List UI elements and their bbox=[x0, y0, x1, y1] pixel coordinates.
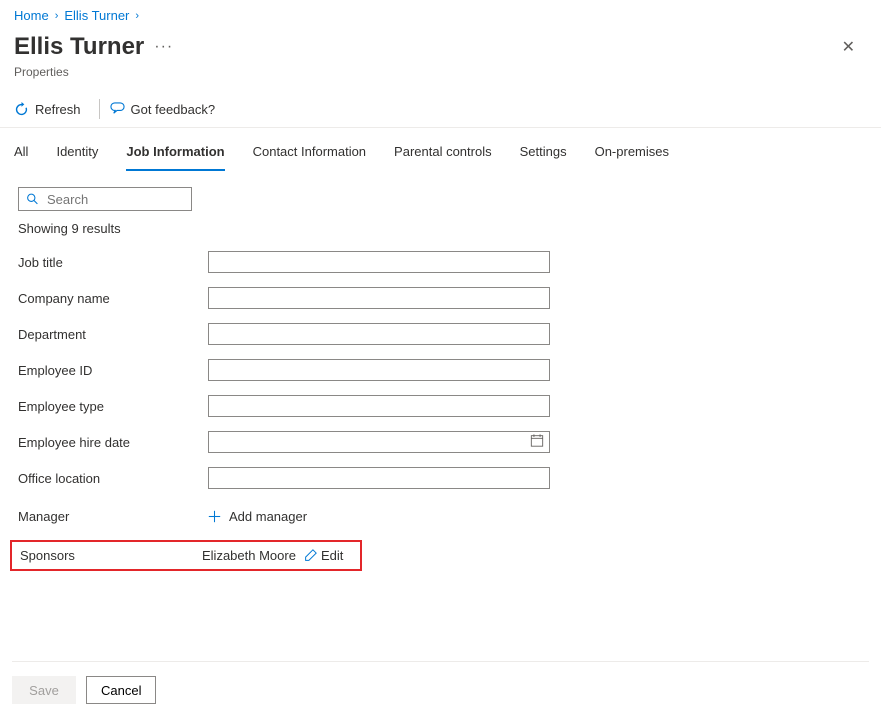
search-input[interactable] bbox=[18, 187, 192, 211]
edit-sponsors-button[interactable]: Edit bbox=[304, 548, 343, 563]
breadcrumb: Home › Ellis Turner › bbox=[0, 0, 881, 27]
plus-icon bbox=[208, 510, 221, 523]
company-name-label: Company name bbox=[18, 291, 208, 306]
tab-settings[interactable]: Settings bbox=[520, 136, 567, 171]
feedback-button[interactable]: Got feedback? bbox=[110, 102, 216, 117]
refresh-button[interactable]: Refresh bbox=[14, 102, 81, 117]
content-area: Showing 9 results Job title Company name… bbox=[0, 171, 881, 571]
employee-type-input[interactable] bbox=[208, 395, 550, 417]
add-manager-label: Add manager bbox=[229, 509, 307, 524]
sponsors-label: Sponsors bbox=[20, 548, 202, 563]
employee-id-label: Employee ID bbox=[18, 363, 208, 378]
chevron-right-icon: › bbox=[135, 10, 139, 22]
feedback-label: Got feedback? bbox=[131, 102, 216, 117]
results-count: Showing 9 results bbox=[18, 221, 863, 236]
employee-type-label: Employee type bbox=[18, 399, 208, 414]
page-subtitle: Properties bbox=[0, 65, 881, 91]
office-location-input[interactable] bbox=[208, 467, 550, 489]
close-icon[interactable]: ✕ bbox=[830, 29, 867, 65]
save-button[interactable]: Save bbox=[12, 676, 76, 704]
refresh-icon bbox=[14, 102, 29, 117]
more-actions-icon[interactable]: ··· bbox=[154, 38, 173, 56]
pencil-icon bbox=[304, 549, 317, 562]
tab-all[interactable]: All bbox=[14, 136, 28, 171]
job-title-input[interactable] bbox=[208, 251, 550, 273]
toolbar-separator bbox=[99, 99, 100, 119]
employee-hire-date-label: Employee hire date bbox=[18, 435, 208, 450]
tab-on-premises[interactable]: On-premises bbox=[595, 136, 669, 171]
job-title-label: Job title bbox=[18, 255, 208, 270]
tabs: All Identity Job Information Contact Inf… bbox=[0, 128, 881, 171]
department-input[interactable] bbox=[208, 323, 550, 345]
feedback-icon bbox=[110, 102, 125, 117]
footer-actions: Save Cancel bbox=[12, 661, 869, 704]
toolbar: Refresh Got feedback? bbox=[0, 91, 881, 128]
edit-label: Edit bbox=[321, 548, 343, 563]
chevron-right-icon: › bbox=[55, 10, 59, 22]
company-name-input[interactable] bbox=[208, 287, 550, 309]
sponsor-value: Elizabeth Moore bbox=[202, 548, 296, 563]
manager-label: Manager bbox=[18, 509, 208, 524]
tab-contact-information[interactable]: Contact Information bbox=[253, 136, 366, 171]
page-header: Ellis Turner ··· ✕ bbox=[0, 27, 881, 65]
employee-id-input[interactable] bbox=[208, 359, 550, 381]
add-manager-button[interactable]: Add manager bbox=[208, 509, 307, 524]
tab-parental-controls[interactable]: Parental controls bbox=[394, 136, 492, 171]
breadcrumb-home[interactable]: Home bbox=[14, 8, 49, 23]
sponsors-row-highlight: Sponsors Elizabeth Moore Edit bbox=[10, 540, 362, 571]
search-icon bbox=[26, 193, 39, 206]
office-location-label: Office location bbox=[18, 471, 208, 486]
cancel-button[interactable]: Cancel bbox=[86, 676, 156, 704]
employee-hire-date-input[interactable] bbox=[208, 431, 550, 453]
refresh-label: Refresh bbox=[35, 102, 81, 117]
page-title: Ellis Turner bbox=[14, 33, 144, 61]
tab-job-information[interactable]: Job Information bbox=[126, 136, 224, 171]
search-wrap bbox=[18, 187, 192, 211]
tab-identity[interactable]: Identity bbox=[56, 136, 98, 171]
breadcrumb-user[interactable]: Ellis Turner bbox=[64, 8, 129, 23]
department-label: Department bbox=[18, 327, 208, 342]
